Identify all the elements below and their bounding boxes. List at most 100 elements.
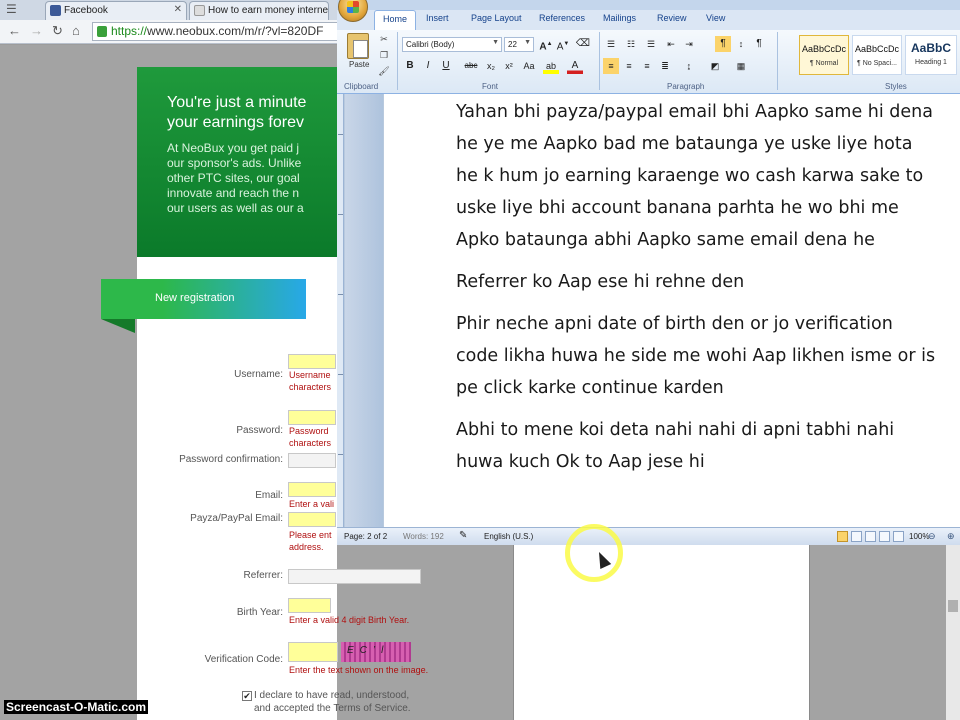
- url-text: www.neobux.com/m/r/?vl=820DF: [147, 24, 324, 38]
- paste-button-label[interactable]: Paste: [349, 60, 369, 69]
- font-size-value: 22: [508, 40, 517, 49]
- outline-view-icon[interactable]: [879, 531, 890, 542]
- banner-body-line: At NeoBux you get paid j: [167, 141, 300, 155]
- url-scheme: https://: [111, 24, 148, 38]
- increase-indent-icon[interactable]: ⇥: [681, 36, 697, 52]
- tab-insert[interactable]: Insert: [426, 13, 449, 23]
- page-count[interactable]: Page: 2 of 2: [344, 532, 387, 541]
- terms-line: and accepted the Terms of Service.: [254, 703, 411, 714]
- word-count[interactable]: Words: 192: [403, 532, 444, 541]
- new-registration-ribbon: New registration: [101, 279, 306, 319]
- close-tab-icon[interactable]: ✕: [174, 4, 182, 15]
- banner-headline-2: your earnings forev: [167, 114, 304, 131]
- birth-year-input[interactable]: [288, 598, 331, 613]
- web-layout-view-icon[interactable]: [865, 531, 876, 542]
- language-indicator[interactable]: English (U.S.): [484, 532, 533, 541]
- zoom-level[interactable]: 100%: [909, 532, 929, 541]
- show-marks-icon[interactable]: ¶: [715, 36, 731, 52]
- browser-tab-earn-money[interactable]: How to earn money internet: [189, 1, 329, 20]
- zoom-in-icon[interactable]: ⊕: [947, 531, 955, 542]
- email-input[interactable]: [288, 482, 336, 497]
- font-name-select[interactable]: Calibri (Body) ▼: [402, 37, 502, 52]
- bold-button[interactable]: B: [402, 58, 418, 74]
- password-confirmation-label: Password confirmation:: [179, 454, 283, 465]
- browser-menu-icon[interactable]: ☰: [6, 2, 17, 16]
- document-page[interactable]: Yahan bhi payza/paypal email bhi Aapko s…: [384, 94, 960, 527]
- align-right-icon[interactable]: ≡: [639, 58, 655, 74]
- group-separator: [777, 32, 778, 90]
- document-text[interactable]: Yahan bhi payza/paypal email bhi Aapko s…: [456, 96, 936, 488]
- error-line: Enter the text shown on the image.: [289, 665, 429, 675]
- tab-home[interactable]: Home: [374, 10, 417, 30]
- referrer-input[interactable]: [288, 569, 421, 584]
- grow-font-icon[interactable]: A▲: [538, 36, 554, 52]
- reload-icon[interactable]: ↻: [52, 23, 63, 39]
- format-painter-icon[interactable]: 🖌: [377, 65, 391, 77]
- style-heading-1[interactable]: AaBbC Heading 1: [905, 35, 957, 75]
- italic-button[interactable]: I: [420, 58, 436, 74]
- pilcrow-icon[interactable]: ¶: [751, 36, 767, 52]
- zoom-out-icon[interactable]: ⊖: [928, 531, 936, 542]
- password-input[interactable]: [288, 410, 336, 425]
- style-no-spacing[interactable]: AaBbCcDc ¶ No Spaci...: [852, 35, 902, 75]
- password-error: Password characters: [289, 425, 331, 449]
- copy-icon[interactable]: ❐: [377, 49, 391, 61]
- cut-icon[interactable]: ✂: [377, 33, 391, 45]
- line-spacing-icon[interactable]: ↨: [681, 58, 697, 74]
- multilevel-list-icon[interactable]: ☰: [643, 36, 659, 52]
- strikethrough-button[interactable]: abc: [463, 58, 479, 74]
- address-bar[interactable]: https://www.neobux.com/m/r/?vl=820DF: [92, 22, 342, 41]
- browser-tab-facebook[interactable]: Facebook ✕: [45, 1, 187, 20]
- tab-references[interactable]: References: [539, 13, 585, 23]
- print-layout-view-icon[interactable]: [837, 531, 848, 542]
- align-left-icon[interactable]: ≡: [603, 58, 619, 74]
- home-icon[interactable]: ⌂: [72, 23, 80, 38]
- back-icon[interactable]: ←: [8, 23, 21, 38]
- underline-button[interactable]: U: [438, 58, 454, 74]
- error-line: Enter a vali: [289, 499, 335, 509]
- sort-icon[interactable]: ↕: [733, 36, 749, 52]
- vertical-scrollbar[interactable]: [946, 545, 960, 720]
- username-input[interactable]: [288, 354, 336, 369]
- change-case-icon[interactable]: Aa: [521, 58, 537, 74]
- neobux-banner: You're just a minute your earnings forev…: [137, 67, 347, 257]
- draft-view-icon[interactable]: [893, 531, 904, 542]
- word-page-bottom: [513, 545, 810, 720]
- align-center-icon[interactable]: ≡: [621, 58, 637, 74]
- error-line: Please ent: [289, 530, 332, 540]
- forward-icon[interactable]: →: [30, 23, 43, 38]
- tab-view[interactable]: View: [706, 13, 725, 23]
- proofing-icon[interactable]: ✎: [459, 530, 467, 541]
- scrollbar-thumb[interactable]: [948, 600, 958, 612]
- verification-code-error: Enter the text shown on the image.: [289, 664, 428, 676]
- subscript-button[interactable]: x₂: [483, 58, 499, 74]
- borders-icon[interactable]: ▦: [733, 58, 749, 74]
- tab-mailings[interactable]: Mailings: [603, 13, 636, 23]
- superscript-button[interactable]: x²: [501, 58, 517, 74]
- banner-body-line: innovate and reach the n: [167, 186, 300, 200]
- style-normal[interactable]: AaBbCcDc ¶ Normal: [799, 35, 849, 75]
- screencast-watermark: Screencast-O-Matic.com: [4, 700, 149, 714]
- style-sample: AaBbC: [910, 41, 951, 55]
- tab-page-layout[interactable]: Page Layout: [471, 13, 522, 23]
- shading-icon[interactable]: ◩: [707, 58, 723, 74]
- font-size-select[interactable]: 22 ▼: [504, 37, 534, 52]
- highlight-icon[interactable]: ab: [543, 58, 559, 74]
- full-screen-view-icon[interactable]: [851, 531, 862, 542]
- font-color-icon[interactable]: A: [567, 58, 583, 74]
- password-confirmation-input[interactable]: [288, 453, 336, 468]
- document-area: Yahan bhi payza/paypal email bhi Aapko s…: [337, 94, 960, 527]
- decrease-indent-icon[interactable]: ⇤: [663, 36, 679, 52]
- terms-checkbox[interactable]: ✔: [242, 691, 252, 701]
- bullets-icon[interactable]: ☰: [603, 36, 619, 52]
- numbering-icon[interactable]: ☷: [623, 36, 639, 52]
- banner-body-line: other PTC sites, our goal: [167, 171, 300, 185]
- justify-icon[interactable]: ≣: [657, 58, 673, 74]
- referrer-label: Referrer:: [243, 570, 283, 581]
- shrink-font-icon[interactable]: A▼: [555, 36, 571, 52]
- payza-email-input[interactable]: [288, 512, 336, 527]
- clear-formatting-icon[interactable]: ⌫: [575, 36, 591, 52]
- paste-icon[interactable]: [347, 33, 369, 59]
- tab-review[interactable]: Review: [657, 13, 687, 23]
- verification-code-input[interactable]: [288, 642, 338, 662]
